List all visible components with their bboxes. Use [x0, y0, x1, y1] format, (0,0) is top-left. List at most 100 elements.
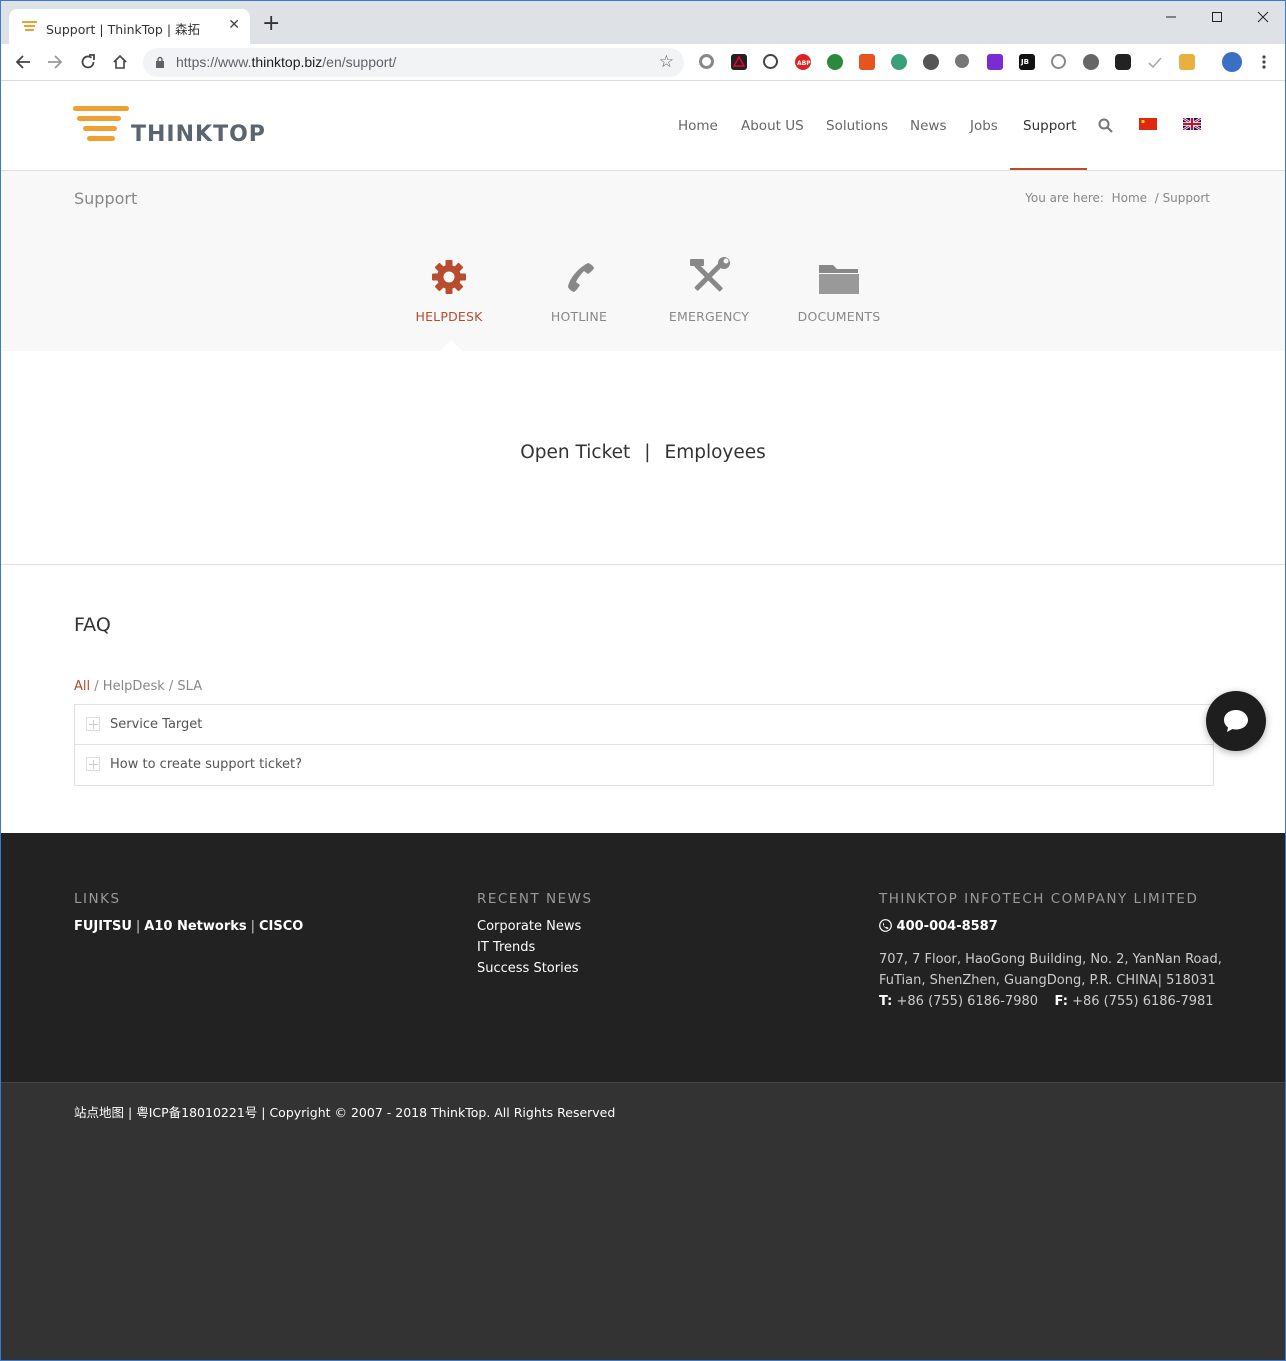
browser-tab[interactable]: Support | ThinkTop | 森拓 ✕ [9, 9, 250, 44]
service-hotline[interactable]: HOTLINE [524, 255, 634, 324]
search-icon[interactable] [1098, 118, 1113, 137]
nav-about-us[interactable]: About US [741, 118, 804, 134]
footer-company-title: THINKTOP INFOTECH COMPANY LIMITED [879, 891, 1199, 907]
footer-links-title: LINKS [74, 891, 121, 907]
employees-link[interactable]: Employees [665, 442, 766, 463]
nav-solutions[interactable]: Solutions [826, 118, 888, 134]
china-flag-icon[interactable] [1139, 118, 1157, 134]
thinktop-favicon-icon [22, 21, 37, 31]
faq-question: Service Target [110, 717, 203, 732]
profile-avatar[interactable] [1222, 52, 1242, 72]
maximize-icon[interactable] [1207, 7, 1227, 27]
extension-adblock-icon[interactable]: ABP [795, 54, 811, 70]
uk-flag-icon[interactable] [1182, 116, 1202, 134]
footer: LINKS FUJITSU | A10 Networks | CISCO RECENT … [1, 833, 1285, 1082]
tab-close-icon[interactable]: ✕ [228, 17, 240, 33]
service-emergency[interactable]: EMERGENCY [654, 255, 764, 324]
filter-all[interactable]: All [74, 679, 90, 694]
expand-plus-icon [86, 717, 100, 731]
extension-game-icon[interactable] [1115, 54, 1131, 70]
faq-question: How to create support ticket? [110, 757, 303, 772]
socket-separator: | [128, 1105, 133, 1120]
copyright-text: | Copyright © 2007 - 2018 ThinkTop. All … [261, 1105, 616, 1120]
link-separator: | [250, 919, 256, 934]
minimize-icon[interactable] [1161, 7, 1181, 27]
footer-news-list: Corporate News IT Trends Success Stories [477, 916, 581, 979]
extension-record-icon[interactable] [955, 54, 969, 68]
extension-circle-icon[interactable] [699, 54, 714, 69]
active-nav-indicator [1010, 168, 1087, 170]
forward-icon[interactable] [44, 51, 66, 73]
nav-support[interactable]: Support [1023, 118, 1076, 134]
fujitsu-link[interactable]: FUJITSU [74, 919, 132, 934]
bookmark-star-icon[interactable]: ☆ [659, 52, 674, 72]
active-service-pointer [440, 340, 462, 351]
lock-icon [156, 56, 164, 68]
reload-icon[interactable] [77, 51, 99, 73]
breadcrumb-home[interactable]: Home [1112, 191, 1147, 205]
tab-title: Support | ThinkTop | 森拓 [46, 22, 201, 37]
nav-news[interactable]: News [910, 118, 946, 134]
page-title: Support [74, 189, 138, 208]
phone-icon [524, 255, 634, 295]
icp-link[interactable]: 粤ICP备18010221号 [136, 1105, 257, 1120]
extension-rp-icon[interactable] [987, 54, 1003, 70]
faq-title: FAQ [74, 614, 111, 636]
chat-bubble-icon [1224, 710, 1248, 732]
extension-translate-icon[interactable] [859, 54, 875, 70]
window-close-icon[interactable] [1253, 7, 1273, 27]
address-line: 707, 7 Floor, HaoGong Building, No. 2, Y… [879, 952, 1222, 967]
a10-networks-link[interactable]: A10 Networks [144, 919, 246, 934]
breadcrumb-current: Support [1162, 191, 1210, 205]
svg-text:JB: JB [1020, 58, 1029, 66]
browser-menu-icon[interactable] [1259, 54, 1269, 70]
phone-circle-icon [879, 919, 892, 932]
gear-icon [394, 255, 504, 295]
extension-check-icon[interactable] [1147, 54, 1163, 70]
faq-item[interactable]: How to create support ticket? [75, 745, 1213, 785]
tools-icon [654, 255, 764, 295]
fax-value: +86 (755) 6186-7981 [1072, 994, 1214, 1009]
extension-mail-icon[interactable] [1179, 54, 1195, 70]
extension-globe-icon[interactable] [827, 54, 843, 70]
faq-item[interactable]: Service Target [75, 705, 1213, 745]
extension-sync-icon[interactable] [1083, 54, 1099, 70]
filter-sla[interactable]: SLA [177, 679, 202, 694]
sitemap-link[interactable]: 站点地图 [74, 1105, 124, 1120]
nav-home[interactable]: Home [678, 118, 718, 134]
service-helpdesk[interactable]: HELPDESK [394, 255, 504, 324]
footer-phone: 400-004-8587 [879, 919, 998, 934]
filter-separator: / [94, 679, 99, 694]
extension-info-icon[interactable] [763, 54, 778, 69]
address-bar[interactable]: https://www.thinktop.biz/en/support/ ☆ [143, 48, 684, 77]
tel-label: T: [879, 994, 893, 1009]
cisco-link[interactable]: CISCO [259, 919, 303, 934]
title-area: Support You are here: Home / Support HEL… [1, 171, 1285, 351]
ticket-separator: | [644, 442, 651, 463]
back-icon[interactable] [12, 51, 34, 73]
news-success-stories-link[interactable]: Success Stories [477, 958, 581, 979]
url-text: https://www.thinktop.biz/en/support/ [176, 54, 397, 70]
browser-titlebar: Support | ThinkTop | 森拓 ✕ + [1, 1, 1285, 44]
service-documents[interactable]: DOCUMENTS [784, 255, 894, 324]
news-it-trends-link[interactable]: IT Trends [477, 937, 581, 958]
chat-widget-button[interactable] [1206, 691, 1266, 751]
site-header: THINKTOP Home About US Solutions News Jo… [1, 82, 1285, 171]
extension-pdf-icon[interactable] [731, 54, 747, 70]
news-corporate-link[interactable]: Corporate News [477, 916, 581, 937]
service-emergency-label: EMERGENCY [668, 309, 750, 324]
browser-toolbar: https://www.thinktop.biz/en/support/ ☆ A… [1, 44, 1285, 81]
open-ticket-link[interactable]: Open Ticket [520, 442, 630, 463]
nav-jobs[interactable]: Jobs [970, 118, 998, 134]
new-tab-icon[interactable]: + [262, 13, 280, 35]
home-icon[interactable] [109, 51, 131, 73]
service-hotline-label: HOTLINE [550, 309, 608, 324]
extension-jb-icon[interactable]: JB [1019, 54, 1035, 70]
breadcrumb: You are here: Home / Support [1025, 191, 1210, 205]
filter-helpdesk[interactable]: HelpDesk [103, 679, 165, 694]
extension-wordpress-icon[interactable] [923, 54, 939, 70]
extension-menu-icon[interactable] [1051, 54, 1066, 69]
footer-address: 707, 7 Floor, HaoGong Building, No. 2, Y… [879, 949, 1222, 1012]
extension-green-icon[interactable] [891, 54, 907, 70]
breadcrumb-prefix: You are here: [1025, 191, 1104, 205]
